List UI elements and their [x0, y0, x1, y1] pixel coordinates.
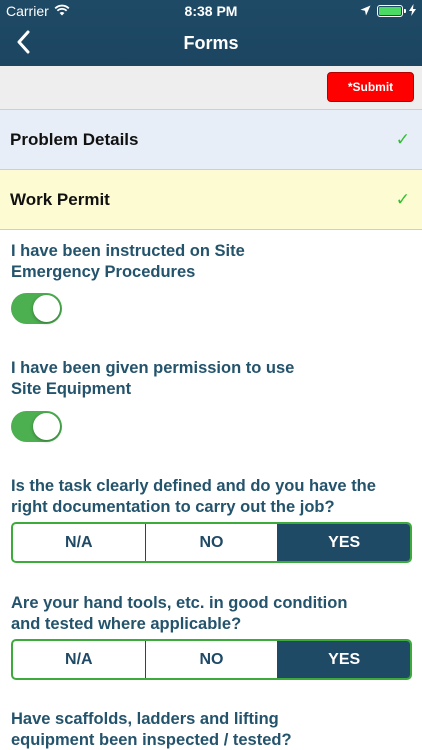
section-problem-details[interactable]: Problem Details ✓: [0, 110, 422, 170]
section-work-permit[interactable]: Work Permit ✓: [0, 170, 422, 230]
option-yes[interactable]: YES: [278, 641, 410, 678]
toggle-site-equipment[interactable]: [11, 411, 62, 442]
question-site-equipment: I have been given permission to use Site…: [11, 359, 295, 398]
segmented-task-defined: N/A NO YES: [11, 522, 412, 563]
battery-icon: [377, 5, 406, 17]
status-time: 8:38 PM: [184, 3, 238, 19]
location-icon: [360, 3, 371, 19]
toggle-emergency-procedures[interactable]: [11, 293, 62, 324]
option-yes[interactable]: YES: [278, 524, 410, 561]
option-no[interactable]: NO: [146, 641, 279, 678]
submit-toolbar: *Submit: [0, 66, 422, 110]
toggle-knob: [33, 295, 60, 322]
section-label: Problem Details: [10, 130, 139, 149]
question-hand-tools: Are your hand tools, etc. in good condit…: [11, 594, 348, 633]
submit-button[interactable]: *Submit: [327, 72, 414, 102]
segmented-hand-tools: N/A NO YES: [11, 639, 412, 680]
question-scaffolds: Have scaffolds, ladders and lifting equi…: [11, 710, 292, 749]
question-emergency-procedures: I have been instructed on Site Emergency…: [11, 242, 245, 281]
checkmark-icon: ✓: [395, 130, 410, 149]
charging-icon: [409, 3, 416, 19]
section-label: Work Permit: [10, 190, 110, 209]
header: Carrier 8:38 PM Forms: [0, 0, 422, 66]
page-title: Forms: [183, 33, 239, 53]
option-no[interactable]: NO: [146, 524, 279, 561]
checkmark-icon: ✓: [395, 190, 410, 209]
question-task-defined: Is the task clearly defined and do you h…: [11, 477, 376, 516]
toggle-knob: [33, 413, 60, 440]
nav-bar: Forms: [0, 22, 422, 66]
option-na[interactable]: N/A: [13, 524, 146, 561]
option-na[interactable]: N/A: [13, 641, 146, 678]
status-bar: Carrier 8:38 PM: [0, 0, 422, 22]
